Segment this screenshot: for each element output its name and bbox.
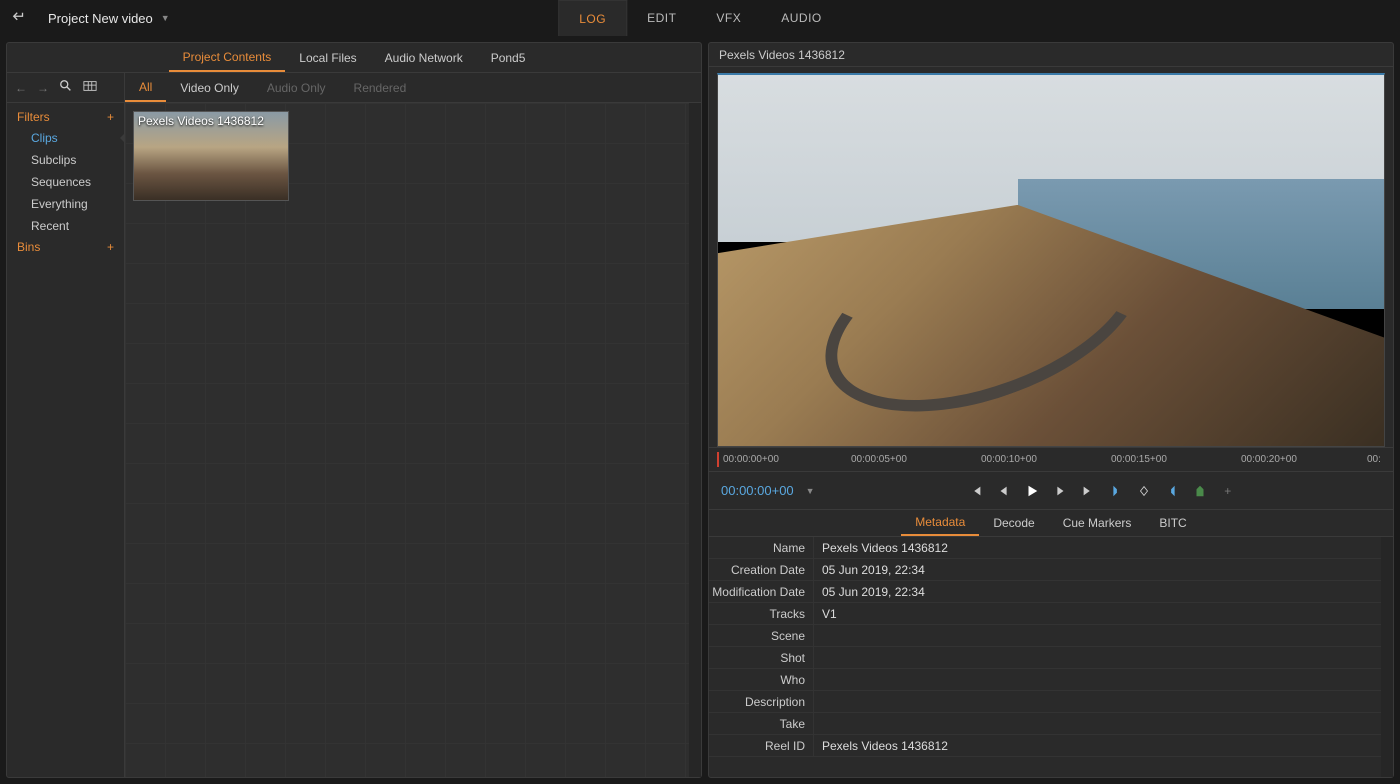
ruler-tick: 00: bbox=[1367, 454, 1381, 465]
back-icon[interactable] bbox=[10, 9, 28, 27]
meta-row-scene: Scene bbox=[709, 625, 1393, 647]
project-dropdown-icon[interactable]: ▼ bbox=[161, 13, 170, 23]
tab-audio[interactable]: AUDIO bbox=[761, 0, 842, 36]
play-icon[interactable] bbox=[1022, 481, 1042, 501]
metadata-table: NamePexels Videos 1436812 Creation Date0… bbox=[709, 537, 1393, 777]
project-title: Project New video bbox=[48, 11, 153, 26]
clear-marks-icon[interactable] bbox=[1134, 481, 1154, 501]
meta-row-name: NamePexels Videos 1436812 bbox=[709, 537, 1393, 559]
sidebar-bins-head: Bins + bbox=[7, 237, 124, 257]
tab-edit[interactable]: EDIT bbox=[627, 0, 696, 36]
transport-bar: 00:00:00+00 ▼ + bbox=[709, 471, 1393, 509]
filter-tabs: All Video Only Audio Only Rendered bbox=[125, 73, 701, 102]
sidebar-filters-head: Filters + bbox=[7, 107, 124, 127]
view-mode-icon[interactable] bbox=[83, 79, 97, 96]
mark-in-icon[interactable] bbox=[1106, 481, 1126, 501]
clip-grid[interactable]: Pexels Videos 1436812 bbox=[125, 103, 701, 777]
go-to-end-icon[interactable] bbox=[1078, 481, 1098, 501]
meta-row-creation-date: Creation Date05 Jun 2019, 22:34 bbox=[709, 559, 1393, 581]
clip-thumbnail-label: Pexels Videos 1436812 bbox=[138, 114, 264, 128]
nav-back-icon[interactable]: ← bbox=[15, 81, 27, 95]
step-forward-icon[interactable] bbox=[1050, 481, 1070, 501]
add-marker-icon[interactable] bbox=[1190, 481, 1210, 501]
topbar: Project New video ▼ LOG EDIT VFX AUDIO bbox=[0, 0, 1400, 36]
meta-row-who: Who bbox=[709, 669, 1393, 691]
meta-row-modification-date: Modification Date05 Jun 2019, 22:34 bbox=[709, 581, 1393, 603]
source-tab-pond5[interactable]: Pond5 bbox=[477, 43, 540, 72]
filter-tab-audio-only[interactable]: Audio Only bbox=[253, 73, 340, 102]
meta-row-tracks: TracksV1 bbox=[709, 603, 1393, 625]
ruler-tick: 00:00:05+00 bbox=[851, 454, 907, 465]
scrollbar[interactable] bbox=[1381, 537, 1393, 777]
timecode-dropdown-icon[interactable]: ▼ bbox=[806, 486, 815, 496]
add-icon[interactable]: + bbox=[1218, 481, 1238, 501]
meta-tab-bitc[interactable]: BITC bbox=[1145, 510, 1200, 536]
right-panel: Pexels Videos 1436812 00:00:00+00 00:00:… bbox=[708, 42, 1394, 778]
ruler-tick: 00:00:15+00 bbox=[1111, 454, 1167, 465]
meta-tab-decode[interactable]: Decode bbox=[979, 510, 1048, 536]
ruler-tick: 00:00:20+00 bbox=[1241, 454, 1297, 465]
tab-vfx[interactable]: VFX bbox=[696, 0, 761, 36]
sidebar-item-everything[interactable]: Everything bbox=[7, 193, 124, 215]
meta-tab-cue-markers[interactable]: Cue Markers bbox=[1049, 510, 1146, 536]
sidebar-filters-label: Filters bbox=[17, 110, 50, 124]
filter-tab-all[interactable]: All bbox=[125, 73, 166, 102]
go-to-start-icon[interactable] bbox=[966, 481, 986, 501]
sidebar: Filters + Clips Subclips Sequences Every… bbox=[7, 103, 125, 777]
source-tab-audio-network[interactable]: Audio Network bbox=[371, 43, 477, 72]
ruler-tick: 00:00:00+00 bbox=[723, 454, 779, 465]
metadata-tabs: Metadata Decode Cue Markers BITC bbox=[709, 509, 1393, 537]
filter-tab-video-only[interactable]: Video Only bbox=[166, 73, 252, 102]
meta-row-shot: Shot bbox=[709, 647, 1393, 669]
nav-tools: ← → bbox=[7, 73, 125, 102]
sidebar-item-recent[interactable]: Recent bbox=[7, 215, 124, 237]
meta-row-take: Take bbox=[709, 713, 1393, 735]
add-filter-icon[interactable]: + bbox=[107, 110, 114, 124]
viewer-title: Pexels Videos 1436812 bbox=[709, 43, 1393, 67]
sidebar-item-subclips[interactable]: Subclips bbox=[7, 149, 124, 171]
meta-row-description: Description bbox=[709, 691, 1393, 713]
scrollbar[interactable] bbox=[689, 103, 701, 777]
tab-log[interactable]: LOG bbox=[558, 0, 627, 36]
meta-row-reel-id: Reel IDPexels Videos 1436812 bbox=[709, 735, 1393, 757]
ruler-tick: 00:00:10+00 bbox=[981, 454, 1037, 465]
sidebar-item-clips[interactable]: Clips bbox=[7, 127, 124, 149]
mark-out-icon[interactable] bbox=[1162, 481, 1182, 501]
step-back-icon[interactable] bbox=[994, 481, 1014, 501]
meta-tab-metadata[interactable]: Metadata bbox=[901, 510, 979, 536]
search-icon[interactable] bbox=[59, 79, 73, 96]
nav-forward-icon[interactable]: → bbox=[37, 81, 49, 95]
playhead-marker-icon[interactable] bbox=[717, 452, 719, 467]
add-bin-icon[interactable]: + bbox=[107, 240, 114, 254]
current-timecode[interactable]: 00:00:00+00 bbox=[721, 483, 794, 498]
filter-tab-rendered[interactable]: Rendered bbox=[340, 73, 421, 102]
clip-thumbnail[interactable]: Pexels Videos 1436812 bbox=[133, 111, 289, 201]
source-tab-project-contents[interactable]: Project Contents bbox=[169, 43, 286, 72]
toolbar-row: ← → All Video Only Audio Only Rendered bbox=[7, 73, 701, 103]
main-tabs: LOG EDIT VFX AUDIO bbox=[558, 0, 842, 36]
sidebar-item-sequences[interactable]: Sequences bbox=[7, 171, 124, 193]
source-tabs: Project Contents Local Files Audio Netwo… bbox=[7, 43, 701, 73]
source-tab-local-files[interactable]: Local Files bbox=[285, 43, 370, 72]
timeline-ruler[interactable]: 00:00:00+00 00:00:05+00 00:00:10+00 00:0… bbox=[709, 447, 1393, 471]
viewer-area bbox=[709, 67, 1393, 447]
viewer-frame[interactable] bbox=[717, 73, 1385, 447]
sidebar-bins-label: Bins bbox=[17, 240, 40, 254]
left-panel: Project Contents Local Files Audio Netwo… bbox=[6, 42, 702, 778]
